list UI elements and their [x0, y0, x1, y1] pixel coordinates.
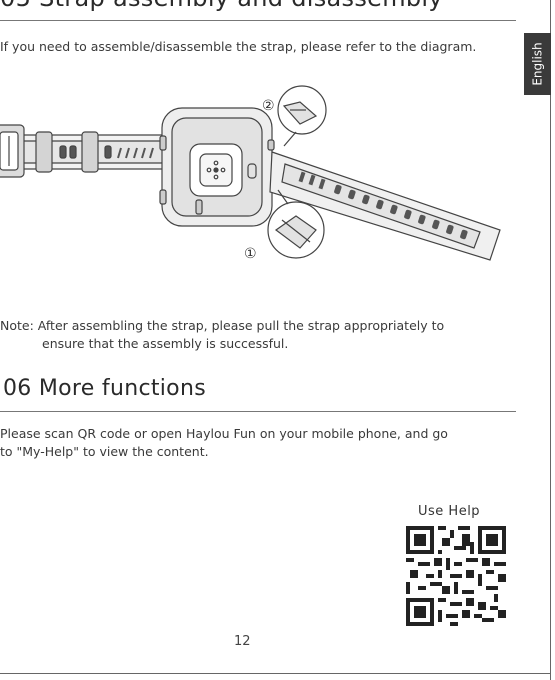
callout-1-label: ① [244, 246, 257, 262]
section-title-more-functions: 06 More functions [3, 376, 206, 401]
more-functions-text: Please scan QR code or open Haylou Fun o… [0, 425, 525, 461]
note-line-2: ensure that the assembly is successful. [42, 336, 289, 351]
language-tab: English [524, 33, 551, 95]
section-title-strap: 05 Strap assembly and disassembly [0, 0, 443, 12]
note-line-1: Note: After assembling the strap, please… [0, 318, 445, 333]
assembly-note: Note: After assembling the strap, please… [0, 317, 520, 353]
callout-2-label: ② [262, 98, 275, 114]
more-text-line-1: Please scan QR code or open Haylou Fun o… [0, 426, 448, 441]
page-number: 12 [234, 634, 251, 649]
language-tab-label: English [530, 42, 545, 86]
qr-code-icon[interactable] [406, 526, 506, 626]
page-border-bottom [0, 673, 551, 674]
strap-intro-text: If you need to assemble/disassemble the … [0, 39, 477, 54]
qr-label: Use Help [418, 504, 481, 519]
title-divider [0, 20, 516, 21]
more-text-line-2: to "My-Help" to view the content. [0, 444, 209, 459]
page-border [550, 0, 551, 680]
watch-illustration: ② ① [0, 85, 501, 262]
section-divider [0, 411, 516, 412]
